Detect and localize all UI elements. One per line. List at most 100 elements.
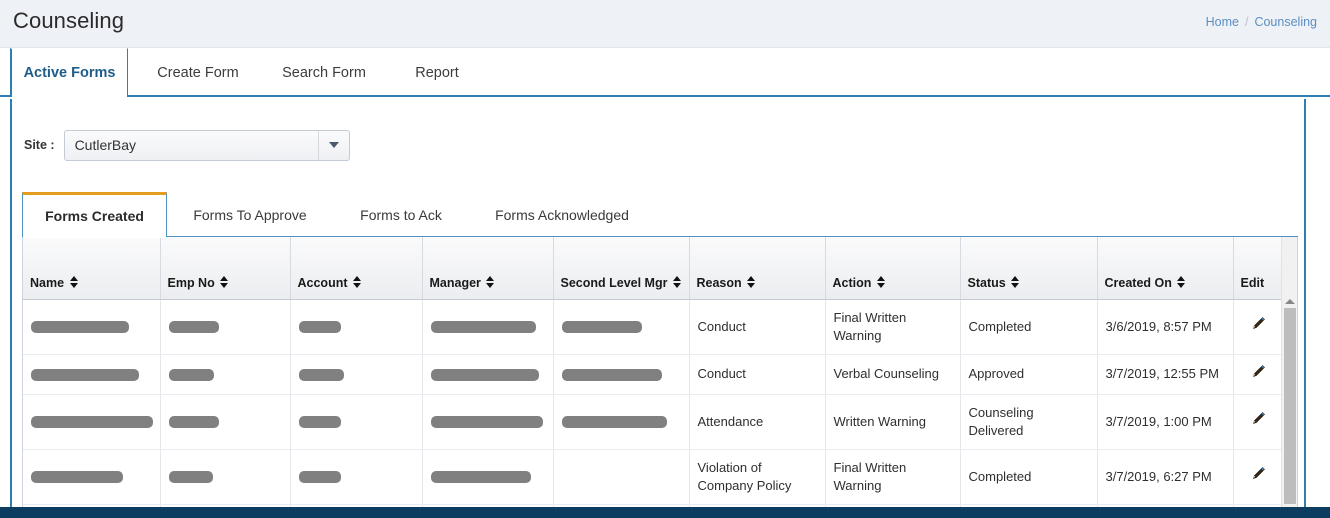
redaction-bar — [168, 368, 214, 381]
cell-manager — [422, 394, 554, 450]
cell-account — [290, 299, 423, 355]
tab-forms-to-approve[interactable]: Forms To Approve — [178, 192, 322, 237]
cell-text: Final Written Warning — [833, 309, 907, 343]
grid-scrollbar-thumb[interactable] — [1284, 308, 1296, 504]
forms-grid-container: Name Emp No Account Manager Second Level Mgr… — [22, 237, 1298, 508]
tab-forms-to-ack[interactable]: Forms to Ack — [346, 192, 456, 237]
cell-manager — [422, 354, 554, 395]
column-header-label: Reason — [696, 275, 742, 290]
cell-created-on: 3/7/2019, 6:27 PM — [1097, 449, 1234, 505]
cell-edit[interactable] — [1233, 449, 1284, 505]
grid-vertical-scrollbar[interactable] — [1281, 237, 1297, 507]
redaction-bar — [561, 368, 662, 381]
sort-arrows-icon[interactable] — [672, 275, 681, 288]
forms-grid-header: Name Emp No Account Manager Second Level Mgr… — [23, 237, 1284, 300]
cell-text: Verbal Counseling — [833, 366, 940, 381]
column-header-account[interactable]: Account — [290, 237, 423, 300]
site-select[interactable]: CutlerBay — [63, 129, 350, 161]
forms-grid-body: Conduct Final Written Warning Completed 3/6… — [23, 299, 1284, 507]
column-header-reason[interactable]: Reason — [689, 237, 826, 300]
cell-edit[interactable] — [1233, 299, 1284, 355]
pencil-icon[interactable] — [1250, 466, 1266, 482]
sort-arrows-icon[interactable] — [876, 275, 885, 288]
tab-forms-created-label: Forms Created — [45, 208, 144, 224]
cell-text: 3/7/2019, 12:55 PM — [1105, 366, 1219, 381]
tab-search-form[interactable]: Search Form — [270, 48, 378, 97]
cell-second-level-mgr — [553, 394, 690, 450]
sort-arrows-icon[interactable] — [1011, 275, 1020, 288]
cell-name — [23, 299, 161, 355]
tab-create-form-label: Create Form — [157, 64, 239, 81]
cell-text: Counseling Delivered — [968, 404, 1034, 438]
cell-text: Conduct — [697, 366, 746, 381]
column-header-label: Second Level Mgr — [560, 275, 668, 290]
cell-text: Written Warning — [833, 413, 926, 429]
cell-edit[interactable] — [1233, 354, 1284, 395]
column-header-label: Emp No — [167, 275, 215, 290]
column-header-emp-no[interactable]: Emp No — [160, 237, 291, 300]
sort-arrows-icon[interactable] — [69, 275, 78, 288]
tab-active-forms[interactable]: Active Forms — [10, 48, 128, 99]
cell-status: Completed — [960, 449, 1098, 505]
cell-emp-no — [160, 394, 291, 450]
tab-forms-to-approve-label: Forms To Approve — [193, 206, 307, 223]
tab-create-form[interactable]: Create Form — [148, 48, 248, 97]
cell-action: Final Written Warning — [825, 449, 961, 505]
forms-grid-header-row: Name Emp No Account Manager Second Level Mgr… — [23, 237, 1284, 300]
cell-name — [23, 449, 161, 505]
redaction-bar — [430, 368, 539, 381]
sort-arrows-icon[interactable] — [486, 275, 495, 288]
column-header-label: Name — [30, 275, 65, 290]
redaction-bar — [31, 368, 139, 381]
sort-arrows-icon[interactable] — [1177, 275, 1186, 288]
site-label: Site : — [24, 138, 55, 152]
tab-report[interactable]: Report — [404, 48, 470, 97]
column-header-created-on[interactable]: Created On — [1097, 237, 1234, 300]
cell-text: 3/6/2019, 8:57 PM — [1105, 318, 1212, 334]
cell-status: Approved — [960, 354, 1098, 395]
site-select-arrow-button[interactable] — [317, 130, 349, 160]
tab-search-form-label: Search Form — [282, 64, 366, 81]
redaction-bar — [168, 416, 219, 429]
cell-manager — [422, 299, 554, 355]
cell-text: Attendance — [697, 413, 764, 429]
column-header-action[interactable]: Action — [825, 237, 961, 300]
column-header-second-level-mgr[interactable]: Second Level Mgr — [553, 237, 690, 300]
pencil-icon[interactable] — [1250, 364, 1266, 380]
table-row[interactable]: Violation of Company Policy Final Written… — [23, 449, 1284, 505]
scroll-up-arrow-icon[interactable] — [1285, 299, 1295, 304]
column-header-name[interactable]: Name — [23, 237, 161, 300]
column-header-label: Action — [832, 275, 872, 290]
table-row[interactable]: Conduct Verbal Counseling Approved 3/7/2019… — [23, 354, 1284, 395]
table-row[interactable]: Attendance Written Warning Counseling Deli… — [23, 394, 1284, 450]
chevron-down-icon — [328, 142, 339, 148]
site-filter-row: Site : CutlerBay — [24, 129, 350, 161]
pencil-icon[interactable] — [1250, 316, 1266, 332]
cell-status: Counseling Delivered — [960, 394, 1098, 450]
column-header-manager[interactable]: Manager — [422, 237, 554, 300]
pencil-icon[interactable] — [1250, 411, 1266, 427]
cell-status: Completed — [960, 299, 1098, 355]
redaction-bar — [168, 471, 213, 484]
page-header: Counseling Home / Counseling — [0, 0, 1330, 48]
redaction-bar — [430, 321, 536, 334]
column-header-status[interactable]: Status — [960, 237, 1098, 300]
cell-text: Completed — [968, 468, 1032, 484]
cell-emp-no — [160, 449, 291, 505]
tab-forms-acknowledged[interactable]: Forms Acknowledged — [476, 192, 648, 237]
cell-text: Final Written Warning — [833, 459, 907, 493]
breadcrumb-home-link[interactable]: Home — [1206, 15, 1239, 29]
sort-arrows-icon[interactable] — [353, 275, 362, 288]
redaction-bar — [168, 321, 219, 334]
breadcrumb-current[interactable]: Counseling — [1254, 15, 1317, 29]
sort-arrows-icon[interactable] — [747, 275, 756, 288]
cell-edit[interactable] — [1233, 394, 1284, 450]
table-row[interactable]: Conduct Final Written Warning Completed 3/6… — [23, 299, 1284, 355]
tab-forms-created[interactable]: Forms Created — [22, 192, 167, 238]
column-header-label: Account — [297, 275, 348, 290]
sort-arrows-icon[interactable] — [220, 275, 229, 288]
cell-text: Conduct — [697, 318, 746, 334]
cell-action: Final Written Warning — [825, 299, 961, 355]
cell-name — [23, 394, 161, 450]
tab-report-label: Report — [415, 64, 459, 81]
